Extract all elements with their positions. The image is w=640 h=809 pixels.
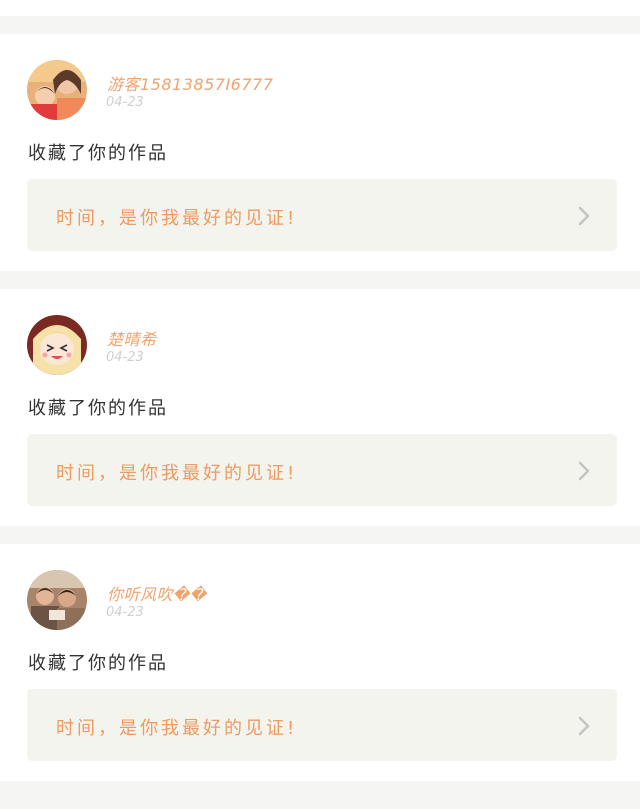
work-quote: 时间，是你我最好的见证! <box>56 718 298 739</box>
activity-text: 收藏了你的作品 <box>28 653 168 674</box>
chevron-right-icon <box>578 461 590 481</box>
avatar[interactable] <box>27 315 87 375</box>
avatar-group-photo-icon <box>27 570 87 630</box>
username[interactable]: 你听风吹�� <box>107 581 207 605</box>
username[interactable]: 游客15813857I6777 <box>107 71 273 95</box>
work-link-card[interactable]: 时间，是你我最好的见证! <box>27 179 617 251</box>
chevron-right-icon <box>578 206 590 226</box>
feed-item[interactable]: 游客15813857I6777 04-23 收藏了你的作品 时间，是你我最好的见… <box>0 34 640 271</box>
timestamp: 04-23 <box>106 350 144 365</box>
feed-item[interactable]: 楚晴希 04-23 收藏了你的作品 时间，是你我最好的见证! <box>0 289 640 526</box>
avatar[interactable] <box>27 570 87 630</box>
work-quote: 时间，是你我最好的见证! <box>56 208 298 229</box>
activity-text: 收藏了你的作品 <box>28 398 168 419</box>
work-link-card[interactable]: 时间，是你我最好的见证! <box>27 434 617 506</box>
chevron-right-icon <box>578 716 590 736</box>
work-quote: 时间，是你我最好的见证! <box>56 463 298 484</box>
avatar-photo-icon <box>27 60 87 120</box>
top-card-remnant <box>0 0 640 16</box>
timestamp: 04-23 <box>106 605 144 620</box>
avatar-anime-icon <box>27 315 87 375</box>
timestamp: 04-23 <box>106 95 144 110</box>
username[interactable]: 楚晴希 <box>107 326 157 350</box>
work-link-card[interactable]: 时间，是你我最好的见证! <box>27 689 617 761</box>
avatar[interactable] <box>27 60 87 120</box>
feed-item[interactable]: 你听风吹�� 04-23 收藏了你的作品 时间，是你我最好的见证! <box>0 544 640 781</box>
activity-text: 收藏了你的作品 <box>28 143 168 164</box>
